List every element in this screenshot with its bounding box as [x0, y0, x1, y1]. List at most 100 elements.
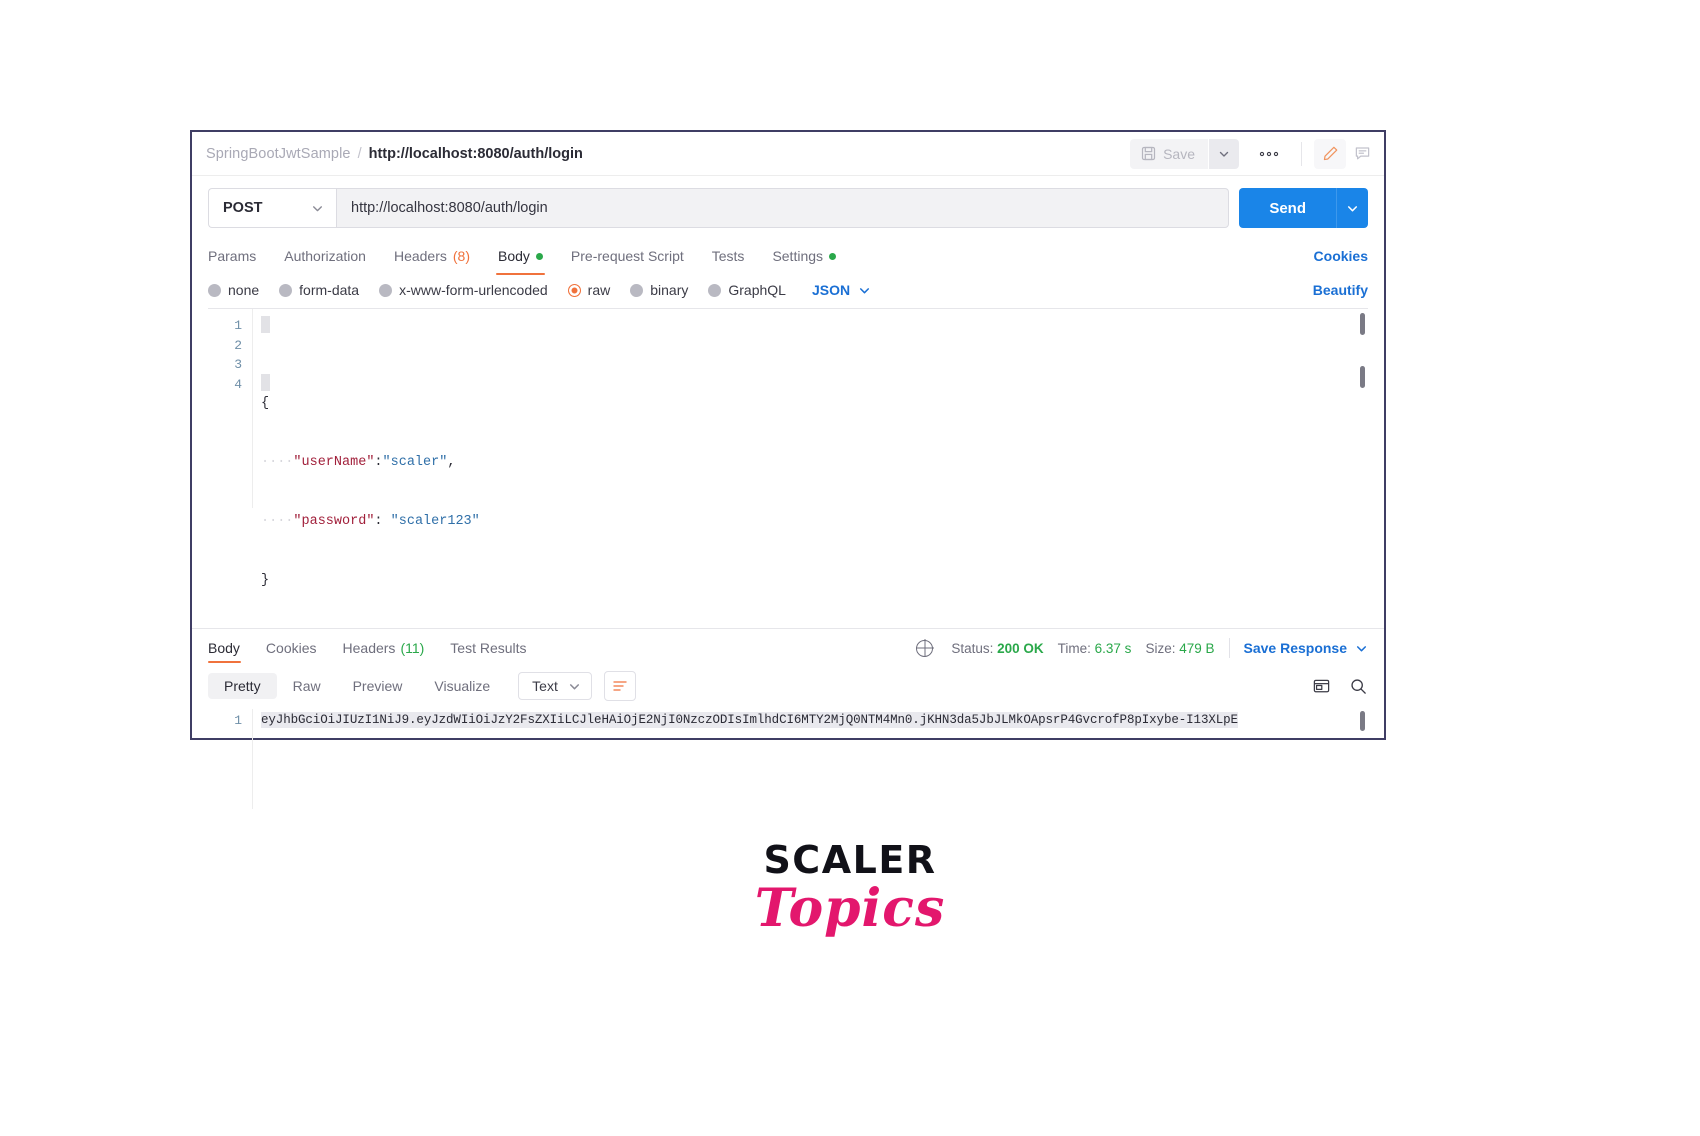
- body-type-binary[interactable]: binary: [630, 282, 688, 298]
- request-body-editor[interactable]: 1 2 3 4 { ····"userName":"scaler", ····"…: [208, 308, 1368, 588]
- response-gutter: 1: [208, 709, 252, 809]
- response-format-value: Text: [532, 678, 558, 694]
- body-type-graphql-label: GraphQL: [728, 282, 786, 298]
- chevron-down-icon: [1218, 148, 1230, 160]
- search-icon[interactable]: [1349, 677, 1368, 696]
- breadcrumb-collection[interactable]: SpringBootJwtSample: [206, 146, 351, 162]
- globe-icon: [916, 639, 934, 657]
- code-brace-close: }: [261, 572, 270, 588]
- edit-request-button[interactable]: [1314, 138, 1346, 169]
- response-tab-headers[interactable]: Headers (11): [330, 629, 438, 667]
- response-view-preview[interactable]: Preview: [337, 673, 419, 699]
- comment-request-button[interactable]: [1346, 139, 1378, 169]
- cookies-link[interactable]: Cookies: [1314, 248, 1368, 264]
- response-tab-headers-label: Headers: [342, 640, 396, 656]
- body-type-graphql[interactable]: GraphQL: [708, 282, 786, 298]
- json-comma: ,: [447, 455, 456, 471]
- copy-icon[interactable]: [1312, 677, 1331, 696]
- save-options-button[interactable]: [1209, 138, 1239, 169]
- body-type-form-data[interactable]: form-data: [279, 282, 359, 298]
- editor-scrollbar-thumb[interactable]: [1360, 313, 1365, 335]
- breadcrumb-request-name[interactable]: http://localhost:8080/auth/login: [369, 146, 583, 162]
- radio-selected-icon: [567, 283, 581, 297]
- line-number: 3: [234, 357, 242, 373]
- tab-headers[interactable]: Headers (8): [380, 238, 484, 274]
- response-view-raw[interactable]: Raw: [277, 673, 337, 699]
- code-line-4: }: [261, 571, 1368, 591]
- response-scrollbar-thumb[interactable]: [1360, 711, 1365, 731]
- send-button-label: Send: [1269, 199, 1306, 217]
- json-colon: :: [374, 455, 383, 471]
- response-tab-cookies[interactable]: Cookies: [253, 629, 330, 667]
- json-key: "password": [293, 513, 375, 529]
- tab-tests[interactable]: Tests: [698, 238, 759, 274]
- radio-icon: [379, 283, 393, 297]
- body-type-raw[interactable]: raw: [567, 282, 611, 298]
- response-format-select[interactable]: Text: [518, 672, 592, 700]
- floppy-disk-icon: [1141, 146, 1156, 161]
- body-type-none-label: none: [228, 282, 260, 298]
- radio-icon: [630, 283, 644, 297]
- body-type-bar: none form-data x-www-form-urlencoded raw…: [192, 274, 1384, 308]
- body-format-select[interactable]: JSON: [812, 282, 871, 298]
- header-divider: [1301, 141, 1302, 166]
- url-input-value: http://localhost:8080/auth/login: [351, 200, 548, 216]
- tab-params[interactable]: Params: [208, 238, 270, 274]
- tab-headers-count: (8): [452, 248, 470, 264]
- word-wrap-button[interactable]: [603, 671, 636, 701]
- send-group: Send: [1239, 188, 1368, 228]
- response-view-pretty[interactable]: Pretty: [208, 673, 277, 699]
- scaler-topics-logo: SCALER Topics: [0, 838, 1700, 939]
- jwt-token-value: eyJhbGciOiJIUzI1NiJ9.eyJzdWIiOiJzY2FsZXI…: [261, 712, 1238, 728]
- response-toolbar: Pretty Raw Preview Visualize Text: [192, 667, 1384, 709]
- body-type-urlencoded[interactable]: x-www-form-urlencoded: [379, 282, 548, 298]
- line-number: 2: [234, 337, 242, 353]
- radio-icon: [208, 283, 221, 297]
- body-modified-indicator-icon: [535, 252, 543, 260]
- response-code[interactable]: eyJhbGciOiJIUzI1NiJ9.eyJzdWIiOiJzY2FsZXI…: [252, 709, 1368, 809]
- http-method-select[interactable]: POST: [208, 188, 336, 228]
- code-line-2: ····"userName":"scaler",: [261, 453, 1368, 473]
- settings-modified-indicator-icon: [829, 252, 837, 260]
- body-type-binary-label: binary: [650, 282, 689, 298]
- tab-authorization[interactable]: Authorization: [270, 238, 380, 274]
- radio-icon: [279, 283, 293, 297]
- tab-pre-request-script-label: Pre-request Script: [570, 248, 684, 264]
- beautify-button[interactable]: Beautify: [1313, 282, 1368, 298]
- breadcrumb-separator: /: [357, 145, 362, 162]
- body-type-none[interactable]: none: [208, 282, 259, 298]
- json-value: "scaler123": [390, 513, 480, 529]
- more-actions-button[interactable]: [1249, 139, 1289, 169]
- chevron-down-icon: [1346, 202, 1359, 215]
- line-number: 4: [234, 376, 242, 392]
- response-view-visualize[interactable]: Visualize: [418, 673, 506, 699]
- json-key: "userName": [293, 455, 375, 471]
- response-tab-test-results-label: Test Results: [450, 640, 527, 656]
- editor-scrollbar-thumb-secondary[interactable]: [1360, 366, 1365, 388]
- send-options-button[interactable]: [1336, 188, 1368, 228]
- comment-icon: [1354, 145, 1371, 162]
- code-line-1: {: [261, 394, 1368, 414]
- tab-tests-label: Tests: [711, 248, 745, 264]
- response-tab-body[interactable]: Body: [208, 629, 253, 667]
- line-number: 1: [234, 713, 242, 728]
- url-input[interactable]: http://localhost:8080/auth/login: [336, 188, 1230, 228]
- logo-primary-text: SCALER: [763, 838, 937, 882]
- response-tab-test-results[interactable]: Test Results: [437, 629, 539, 667]
- save-button[interactable]: Save: [1130, 138, 1208, 169]
- tab-body[interactable]: Body: [484, 238, 557, 275]
- json-colon: :: [374, 513, 383, 529]
- send-button[interactable]: Send: [1239, 188, 1336, 228]
- tab-pre-request-script[interactable]: Pre-request Script: [557, 238, 698, 274]
- editor-caret: [261, 316, 270, 333]
- body-type-raw-label: raw: [587, 282, 611, 298]
- response-body-viewer[interactable]: 1 eyJhbGciOiJIUzI1NiJ9.eyJzdWIiOiJzY2FsZ…: [208, 709, 1368, 809]
- code-indent: ····: [261, 455, 294, 471]
- body-type-form-data-label: form-data: [299, 282, 360, 298]
- code-line-3: ····"password": "scaler123": [261, 512, 1368, 532]
- tab-settings[interactable]: Settings: [758, 238, 850, 274]
- json-space: [383, 514, 391, 529]
- request-header-bar: SpringBootJwtSample / http://localhost:8…: [192, 132, 1384, 176]
- chevron-down-icon: [568, 680, 581, 693]
- request-editor-code[interactable]: { ····"userName":"scaler", ····"password…: [252, 309, 1368, 588]
